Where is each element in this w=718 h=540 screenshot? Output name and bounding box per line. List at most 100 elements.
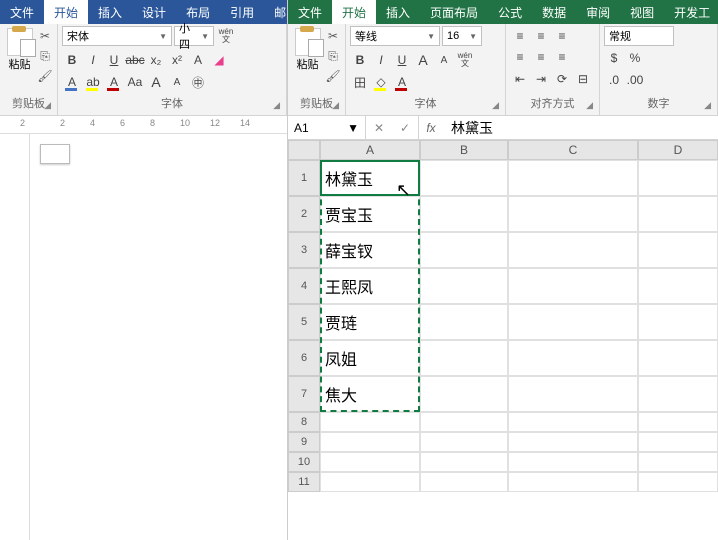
cell[interactable] xyxy=(508,412,638,432)
cell[interactable] xyxy=(320,432,420,452)
currency-button[interactable]: $ xyxy=(604,48,624,68)
cell[interactable] xyxy=(508,340,638,376)
cell[interactable]: 焦大 xyxy=(320,376,420,412)
launcher-icon[interactable]: ◢ xyxy=(44,100,51,111)
tab-home[interactable]: 开始 xyxy=(332,0,376,24)
align-middle-button[interactable]: ≡ xyxy=(531,26,551,46)
cell[interactable] xyxy=(508,472,638,492)
tab-insert[interactable]: 插入 xyxy=(88,0,132,24)
row-header[interactable]: 8 xyxy=(288,412,320,432)
text-effects-button[interactable]: A xyxy=(62,72,82,92)
cell[interactable] xyxy=(420,304,508,340)
tab-home[interactable]: 开始 xyxy=(44,0,88,24)
launcher-icon[interactable]: ◢ xyxy=(492,100,499,111)
row-header[interactable]: 6 xyxy=(288,340,320,376)
font-color-button[interactable]: A xyxy=(104,72,124,92)
merge-button[interactable]: ⊟ xyxy=(573,69,593,89)
cell[interactable] xyxy=(420,160,508,196)
font-name-combo[interactable]: 宋体▼ xyxy=(62,26,172,46)
row-header[interactable]: 9 xyxy=(288,432,320,452)
cell[interactable] xyxy=(638,452,718,472)
row-header[interactable]: 4 xyxy=(288,268,320,304)
cell[interactable] xyxy=(320,412,420,432)
increase-indent-button[interactable]: ⇥ xyxy=(531,69,551,89)
cell[interactable] xyxy=(638,304,718,340)
strike-button[interactable]: abc xyxy=(125,50,145,70)
font-color-button[interactable]: A xyxy=(392,72,412,92)
decrease-indent-button[interactable]: ⇤ xyxy=(510,69,530,89)
row-header[interactable]: 2 xyxy=(288,196,320,232)
row-header[interactable]: 11 xyxy=(288,472,320,492)
cut-icon[interactable]: ✂ xyxy=(325,28,341,44)
cell[interactable] xyxy=(420,376,508,412)
cell[interactable]: 薛宝钗 xyxy=(320,232,420,268)
select-all-corner[interactable] xyxy=(288,140,320,160)
formula-input[interactable]: 林黛玉 xyxy=(443,116,718,139)
clear-format-button[interactable]: A xyxy=(188,50,208,70)
horizontal-ruler[interactable]: 2 2 4 6 8 10 12 14 xyxy=(0,116,287,134)
row-header[interactable]: 5 xyxy=(288,304,320,340)
cell[interactable] xyxy=(508,160,638,196)
tab-developer[interactable]: 开发工 xyxy=(664,0,718,24)
tab-references[interactable]: 引用 xyxy=(220,0,264,24)
highlight-color-button[interactable]: ab xyxy=(83,72,103,92)
launcher-icon[interactable]: ◢ xyxy=(273,100,280,111)
column-header-b[interactable]: B xyxy=(420,140,508,160)
tab-data[interactable]: 数据 xyxy=(532,0,576,24)
cell[interactable] xyxy=(420,268,508,304)
tab-view[interactable]: 视图 xyxy=(620,0,664,24)
cell[interactable] xyxy=(508,432,638,452)
vertical-ruler[interactable] xyxy=(0,134,30,540)
bold-button[interactable]: B xyxy=(62,50,82,70)
launcher-icon[interactable]: ◢ xyxy=(586,100,593,111)
cell[interactable] xyxy=(638,160,718,196)
underline-button[interactable]: U xyxy=(104,50,124,70)
font-size-combo[interactable]: 小四▼ xyxy=(174,26,214,46)
enter-icon[interactable]: ✓ xyxy=(392,121,418,135)
align-left-button[interactable]: ≡ xyxy=(510,47,530,67)
tab-file[interactable]: 文件 xyxy=(288,0,332,24)
phonetic-icon[interactable]: wén文 xyxy=(216,26,236,46)
grid-body[interactable]: 1林黛玉2贾宝玉3薛宝钗4王熙凤5贾琏6凤姐7焦大891011 xyxy=(288,160,718,540)
cell[interactable]: 王熙凤 xyxy=(320,268,420,304)
tab-formulas[interactable]: 公式 xyxy=(488,0,532,24)
superscript-button[interactable]: x² xyxy=(167,50,187,70)
align-center-button[interactable]: ≡ xyxy=(531,47,551,67)
cell[interactable] xyxy=(420,432,508,452)
cell[interactable] xyxy=(508,452,638,472)
grow-font-button[interactable]: A xyxy=(413,50,433,70)
subscript-button[interactable]: x₂ xyxy=(146,50,166,70)
column-header-a[interactable]: A xyxy=(320,140,420,160)
launcher-icon[interactable]: ◢ xyxy=(332,100,339,111)
format-painter-icon[interactable]: 🖌 xyxy=(37,68,53,84)
page-area[interactable] xyxy=(30,134,287,540)
format-painter-icon[interactable]: 🖌 xyxy=(325,68,341,84)
cell[interactable] xyxy=(420,232,508,268)
launcher-icon[interactable]: ◢ xyxy=(704,100,711,111)
percent-button[interactable]: % xyxy=(625,48,645,68)
cell[interactable] xyxy=(508,376,638,412)
copy-icon[interactable]: ⎘ xyxy=(37,48,53,64)
row-header[interactable]: 7 xyxy=(288,376,320,412)
fx-icon[interactable]: fx xyxy=(419,116,443,139)
phonetic-icon[interactable]: wén文 xyxy=(455,50,475,70)
italic-button[interactable]: I xyxy=(83,50,103,70)
row-header[interactable]: 1 xyxy=(288,160,320,196)
column-header-d[interactable]: D xyxy=(638,140,718,160)
cancel-icon[interactable]: ✕ xyxy=(366,121,392,135)
font-size-combo[interactable]: 16▼ xyxy=(442,26,482,46)
cell[interactable] xyxy=(508,232,638,268)
align-top-button[interactable]: ≡ xyxy=(510,26,530,46)
cell[interactable]: 贾琏 xyxy=(320,304,420,340)
number-format-combo[interactable]: 常规 xyxy=(604,26,674,46)
row-header[interactable]: 10 xyxy=(288,452,320,472)
cell[interactable]: 林黛玉 xyxy=(320,160,420,196)
tab-page-layout[interactable]: 页面布局 xyxy=(420,0,488,24)
align-right-button[interactable]: ≡ xyxy=(552,47,572,67)
cell[interactable] xyxy=(320,452,420,472)
enclose-button[interactable]: ㊥ xyxy=(188,72,208,92)
cell[interactable] xyxy=(420,340,508,376)
increase-decimal-button[interactable]: .0 xyxy=(604,70,624,90)
cell[interactable] xyxy=(638,340,718,376)
cell[interactable] xyxy=(320,472,420,492)
